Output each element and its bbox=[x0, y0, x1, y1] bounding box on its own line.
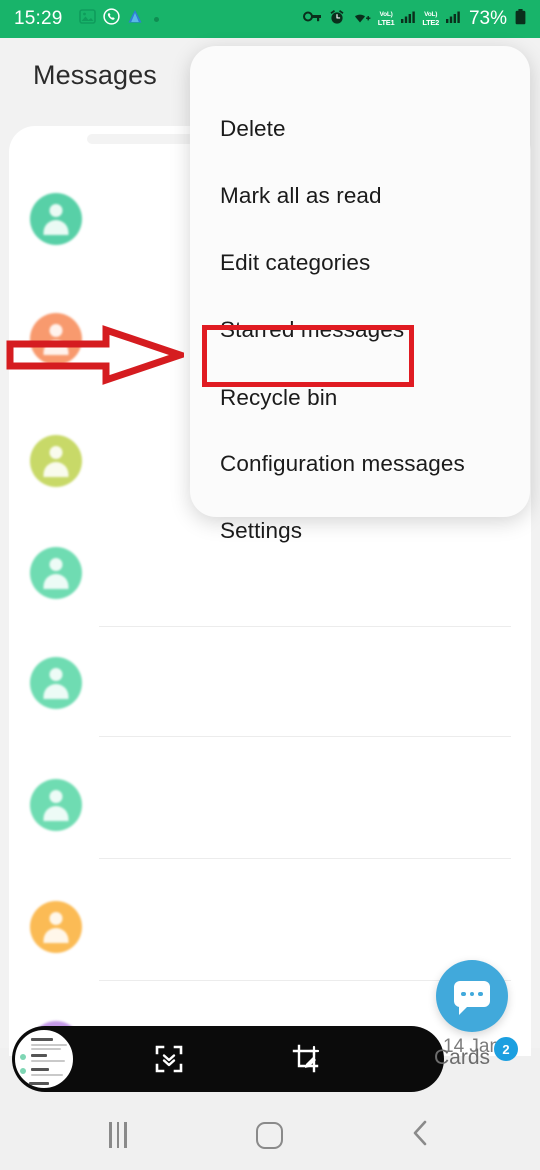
phone-screen: 15:29 VoL) LTE1 VoL) LTE2 73% Messages 1… bbox=[0, 0, 540, 1170]
signal-bars-icon bbox=[445, 10, 460, 28]
status-bar-clock: 15:29 bbox=[14, 8, 63, 29]
crop-edit-icon[interactable] bbox=[292, 1044, 322, 1074]
cards-label[interactable]: Cards bbox=[434, 1046, 490, 1070]
signal-bars-icon bbox=[401, 10, 416, 28]
back-button[interactable] bbox=[370, 1100, 470, 1170]
overflow-menu: Delete Mark all as read Edit categories … bbox=[190, 46, 530, 543]
cards-badge: 2 bbox=[494, 1037, 518, 1061]
menu-item-configuration-messages[interactable]: Configuration messages bbox=[220, 451, 465, 477]
menu-item-recycle-bin[interactable]: Recycle bin bbox=[220, 385, 337, 411]
recents-icon bbox=[109, 1122, 127, 1148]
page-title: Messages bbox=[33, 60, 157, 90]
wifi-icon bbox=[352, 10, 371, 29]
whatsapp-icon bbox=[102, 8, 120, 30]
menu-item-delete[interactable]: Delete bbox=[220, 116, 286, 142]
home-button[interactable] bbox=[219, 1100, 319, 1170]
list-item[interactable] bbox=[9, 750, 531, 860]
battery-full-icon bbox=[515, 8, 526, 30]
home-icon bbox=[255, 1121, 283, 1149]
highlight-rectangle-annotation bbox=[202, 325, 414, 387]
gallery-icon bbox=[78, 9, 96, 29]
dot-indicator bbox=[153, 16, 159, 22]
avatar bbox=[30, 193, 82, 245]
new-message-bubble-icon bbox=[454, 981, 490, 1015]
battery-percent-label: 73% bbox=[468, 8, 507, 29]
avatar bbox=[30, 779, 82, 831]
scroll-capture-icon[interactable] bbox=[154, 1044, 184, 1074]
list-item[interactable] bbox=[9, 628, 531, 738]
avatar bbox=[30, 435, 82, 487]
back-icon bbox=[410, 1118, 430, 1153]
system-nav-bar bbox=[0, 1100, 540, 1170]
status-bar: 15:29 VoL) LTE1 VoL) LTE2 73% bbox=[0, 0, 540, 38]
volte1-label: VoL) LTE1 bbox=[377, 11, 395, 27]
screenshot-toolbar bbox=[12, 1026, 444, 1092]
status-bar-right: VoL) LTE1 VoL) LTE2 73% bbox=[302, 8, 526, 30]
screenshot-thumbnail[interactable] bbox=[13, 1028, 75, 1090]
vpn-key-icon bbox=[302, 10, 322, 28]
volte2-label: VoL) LTE2 bbox=[422, 11, 439, 27]
new-conversation-fab[interactable] bbox=[436, 960, 508, 1032]
app-icon bbox=[127, 9, 143, 29]
recents-button[interactable] bbox=[68, 1100, 168, 1170]
avatar bbox=[30, 547, 82, 599]
status-bar-left: 15:29 bbox=[14, 8, 159, 30]
avatar bbox=[30, 901, 82, 953]
right-arrow-annotation bbox=[6, 322, 191, 388]
menu-item-edit-categories[interactable]: Edit categories bbox=[220, 250, 370, 276]
menu-item-mark-all-as-read[interactable]: Mark all as read bbox=[220, 183, 382, 209]
menu-item-settings[interactable]: Settings bbox=[220, 518, 302, 544]
avatar bbox=[30, 657, 82, 709]
alarm-icon bbox=[329, 9, 345, 30]
